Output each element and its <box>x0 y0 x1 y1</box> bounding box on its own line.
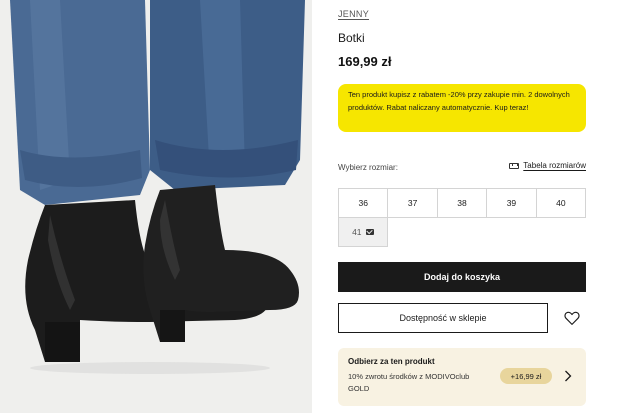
size-option-40[interactable]: 40 <box>536 189 587 218</box>
heart-icon[interactable] <box>563 309 581 327</box>
reward-description: 10% zwrotu środków z MODIVOclub GOLD <box>348 372 470 393</box>
size-chart-link[interactable]: Tabela rozmiarów <box>509 161 586 170</box>
product-details: JENNY Botki 169,99 zł Ten produkt kupisz… <box>338 0 587 413</box>
size-option-39[interactable]: 39 <box>487 189 537 218</box>
chevron-right-icon[interactable] <box>564 370 572 382</box>
promo-banner: Ten produkt kupisz z rabatem -20% przy z… <box>338 84 586 132</box>
size-row: 36 37 38 39 40 <box>338 188 587 218</box>
store-availability-button[interactable]: Dostępność w sklepie <box>338 303 548 333</box>
size-option-36[interactable]: 36 <box>339 189 389 218</box>
product-price: 169,99 zł <box>338 54 392 69</box>
boots-photo <box>0 0 312 413</box>
product-name: Botki <box>338 31 365 45</box>
brand-link[interactable]: JENNY <box>338 9 369 19</box>
reward-box[interactable]: Odbierz za ten produkt 10% zwrotu środkó… <box>338 348 586 406</box>
size-label: Wybierz rozmiar: <box>338 163 398 172</box>
size-grid: 36 37 38 39 40 41 <box>338 188 587 247</box>
add-to-cart-button[interactable]: Dodaj do koszyka <box>338 262 586 292</box>
reward-title: Odbierz za ten produkt <box>348 357 435 366</box>
product-image[interactable] <box>0 0 312 413</box>
size-option-37[interactable]: 37 <box>388 189 438 218</box>
size-chart-label: Tabela rozmiarów <box>523 161 586 170</box>
reward-amount-badge: +16,99 zł <box>500 368 552 384</box>
mail-icon <box>365 229 374 235</box>
size-option-41-unavailable[interactable]: 41 <box>338 218 388 247</box>
size-41-label: 41 <box>352 227 362 237</box>
size-option-38[interactable]: 38 <box>437 189 488 218</box>
ruler-icon <box>509 162 520 169</box>
